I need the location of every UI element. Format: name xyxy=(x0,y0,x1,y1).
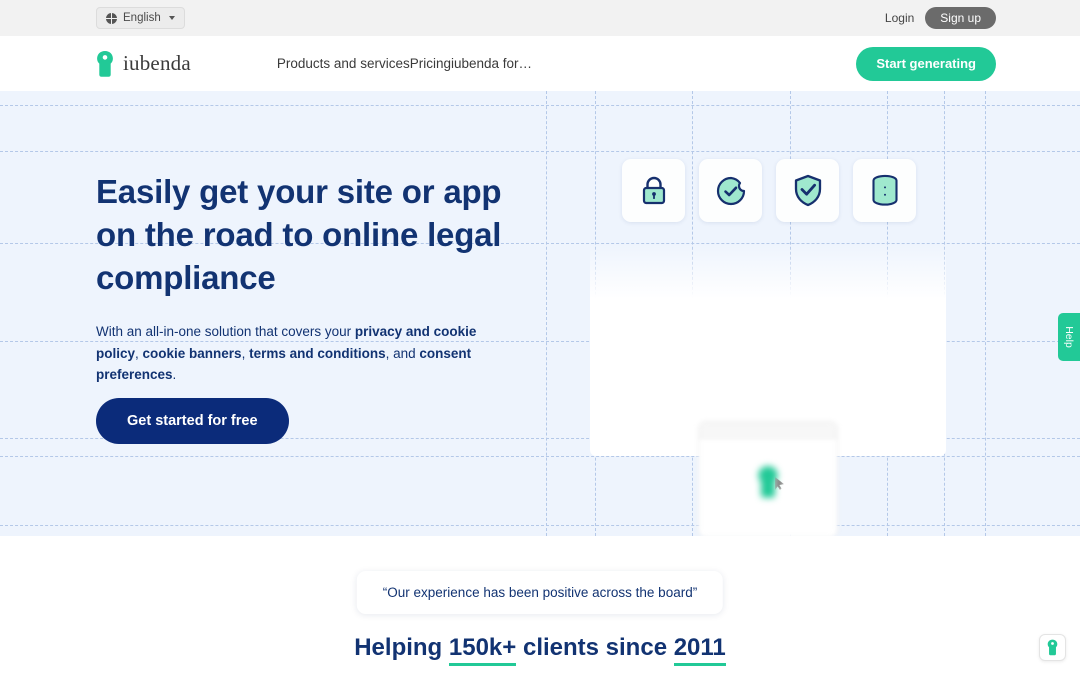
iubenda-badge-logo xyxy=(1047,639,1058,656)
main-navigation: iubenda Products and services Pricing iu… xyxy=(0,36,1080,91)
iubenda-badge-button[interactable] xyxy=(1039,634,1066,661)
chevron-down-icon xyxy=(168,16,175,20)
hero-subtitle-sep-1: , xyxy=(135,345,143,361)
icon-card-shield-check xyxy=(776,159,839,222)
hero-subtitle-sep-3: , and xyxy=(385,345,420,361)
login-link[interactable]: Login xyxy=(885,11,914,25)
globe-icon xyxy=(106,12,117,24)
nav-link-pricing[interactable]: Pricing xyxy=(410,56,451,71)
hero-subtitle-lead: With an all-in-one solution that covers … xyxy=(96,324,355,339)
testimonial-quote: “Our experience has been positive across… xyxy=(356,571,724,614)
help-tab-label: Help xyxy=(1062,326,1075,348)
icon-card-database xyxy=(853,159,916,222)
shield-check-icon xyxy=(794,174,821,207)
stat-prefix: Helping xyxy=(354,634,449,661)
padlock-icon xyxy=(642,176,665,204)
utility-bar: English Login Sign up xyxy=(0,0,1080,36)
nav-link-iubenda-for[interactable]: iubenda for… xyxy=(451,56,532,71)
stat-middle: clients since xyxy=(516,634,674,661)
hero-subtitle-bold-3: terms and conditions xyxy=(249,345,386,361)
hero-subtitle-sep-2: , xyxy=(241,345,250,361)
utility-bar-actions: Login Sign up xyxy=(885,7,996,29)
clients-stat-line: Helping 150k+ clients since 2011 xyxy=(0,634,1080,666)
language-selector[interactable]: English xyxy=(96,7,185,29)
nav-links: Products and services Pricing iubenda fo… xyxy=(277,56,532,71)
cookie-check-icon xyxy=(716,176,745,205)
brand-name: iubenda xyxy=(123,51,191,75)
preview-window-titlebar xyxy=(699,422,837,439)
social-proof-section: “Our experience has been positive across… xyxy=(0,536,1080,675)
brand-logo-link[interactable]: iubenda xyxy=(96,50,191,78)
stat-year: 2011 xyxy=(673,634,726,666)
language-label: English xyxy=(123,12,161,24)
iubenda-keyhole-logo xyxy=(97,50,113,77)
help-tab-button[interactable]: Help xyxy=(1058,313,1080,361)
signup-button[interactable]: Sign up xyxy=(925,7,996,29)
stat-client-count: 150k+ xyxy=(448,634,517,666)
nav-link-products-and-services[interactable]: Products and services xyxy=(277,56,410,71)
hero-subtitle-end: . xyxy=(172,367,177,382)
feature-icon-cards xyxy=(622,159,916,222)
get-started-button[interactable]: Get started for free xyxy=(96,398,289,444)
hero-title: Easily get your site or app on the road … xyxy=(96,173,502,296)
database-icon xyxy=(871,174,898,206)
icon-card-cookie-check xyxy=(699,159,762,222)
icon-card-padlock xyxy=(622,159,685,222)
hero-section: Easily get your site or app on the road … xyxy=(0,91,1080,536)
hero-subtitle: With an all-in-one solution that covers … xyxy=(96,321,516,386)
hero-subtitle-bold-2: cookie banners xyxy=(142,345,242,361)
start-generating-button[interactable]: Start generating xyxy=(856,46,996,81)
